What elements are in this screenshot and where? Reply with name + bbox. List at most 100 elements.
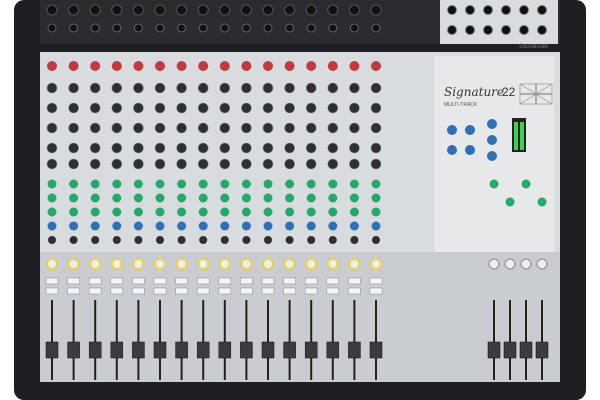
aux-send-knob: [90, 207, 100, 217]
pan-knob: [90, 221, 100, 231]
fader-slot: [245, 300, 248, 380]
eq-knob: [349, 82, 360, 94]
eq-knob: [262, 102, 274, 114]
gain-knob: [284, 61, 295, 71]
solo-button: [348, 287, 361, 295]
eq-knob: [370, 158, 382, 170]
aux-send-knob: [198, 179, 208, 189]
mute-button: [369, 277, 383, 285]
aux-send-knob: [177, 193, 187, 203]
stereo-level-knob: [504, 258, 516, 270]
fader-cap: [240, 341, 253, 359]
mute-button: [153, 277, 167, 285]
master-aux-knob: [505, 197, 515, 207]
channel-level-knob: [326, 258, 339, 270]
eq-knob: [176, 82, 187, 94]
output-jack: [519, 5, 529, 15]
fx-send-knob: [91, 236, 100, 244]
eq-knob: [305, 158, 317, 170]
xlr-input-jack: [240, 4, 252, 16]
solo-button: [88, 287, 102, 295]
fader-slot: [353, 300, 356, 380]
model-script-label: Signature: [444, 85, 504, 99]
eq-knob: [284, 82, 295, 94]
fx-send-knob: [199, 236, 208, 244]
eq-knob: [68, 102, 79, 114]
aux-send-knob: [90, 179, 100, 189]
aux-send-knob: [198, 193, 208, 203]
aux-send-knob: [349, 193, 359, 203]
eq-knob: [370, 102, 382, 114]
aux-send-knob: [112, 179, 122, 189]
channel-level-knob: [67, 258, 80, 270]
eq-knob: [370, 122, 382, 134]
fader-slot: [115, 300, 118, 380]
eq-knob: [219, 122, 231, 134]
channel-level-knob: [89, 258, 102, 270]
xlr-input-jack: [370, 4, 382, 16]
mute-button: [196, 277, 210, 285]
xlr-input-jack: [68, 4, 80, 16]
line-input-jack: [371, 23, 381, 33]
channel-level-knob: [175, 258, 188, 270]
aux-send-knob: [155, 207, 165, 217]
pan-knob: [241, 221, 251, 231]
master-control-knob: [447, 125, 457, 135]
eq-knob: [111, 82, 123, 94]
aux-send-knob: [47, 207, 57, 217]
fader-cap: [348, 341, 361, 359]
line-input-jack: [69, 23, 79, 33]
fx-send-knob: [112, 236, 121, 244]
eq-knob: [176, 122, 187, 134]
eq-knob: [46, 102, 58, 114]
eq-knob: [349, 142, 360, 154]
channel-level-knob: [348, 258, 361, 270]
fader-cap: [196, 341, 210, 359]
master-control-knob: [465, 145, 475, 155]
xlr-input-jack: [284, 4, 296, 16]
eq-knob: [262, 82, 274, 94]
fader-cap: [304, 341, 318, 359]
aux-send-knob: [220, 207, 230, 217]
pan-knob: [220, 221, 230, 231]
aux-send-knob: [133, 207, 143, 217]
solo-button: [67, 287, 80, 295]
aux-send-knob: [285, 179, 295, 189]
output-jack: [447, 5, 457, 15]
fader-slot: [180, 300, 183, 380]
eq-knob: [305, 102, 317, 114]
mute-button: [88, 277, 102, 285]
aux-send-knob: [241, 207, 251, 217]
fader-cap: [519, 341, 533, 359]
eq-knob: [284, 122, 295, 134]
aux-send-knob: [306, 207, 316, 217]
xlr-input-jack: [154, 4, 166, 16]
eq-knob: [176, 142, 187, 154]
fx-send-knob: [48, 236, 56, 244]
eq-knob: [349, 102, 360, 114]
fader-cap: [218, 341, 232, 359]
aux-send-knob: [328, 207, 338, 217]
aux-send-knob: [47, 179, 57, 189]
aux-send-knob: [112, 193, 122, 203]
eq-knob: [241, 122, 252, 134]
line-input-jack: [306, 23, 316, 33]
solo-button: [240, 287, 253, 295]
channel-level-knob: [262, 258, 274, 270]
aux-send-knob: [306, 179, 316, 189]
fx-send-knob: [220, 236, 229, 244]
eq-knob: [197, 82, 209, 94]
gain-knob: [133, 61, 144, 71]
output-jack: [483, 5, 493, 15]
eq-knob: [111, 158, 123, 170]
gain-knob: [263, 61, 273, 71]
mute-button: [218, 277, 232, 285]
xlr-input-jack: [46, 4, 58, 16]
pan-knob: [155, 221, 165, 231]
brand-logo: Soundcraft: [519, 44, 548, 50]
fader-slot: [94, 300, 97, 380]
aux-send-knob: [349, 207, 359, 217]
aux-send-knob: [69, 179, 79, 189]
solo-button: [153, 287, 167, 295]
fx-send-knob: [350, 236, 359, 244]
